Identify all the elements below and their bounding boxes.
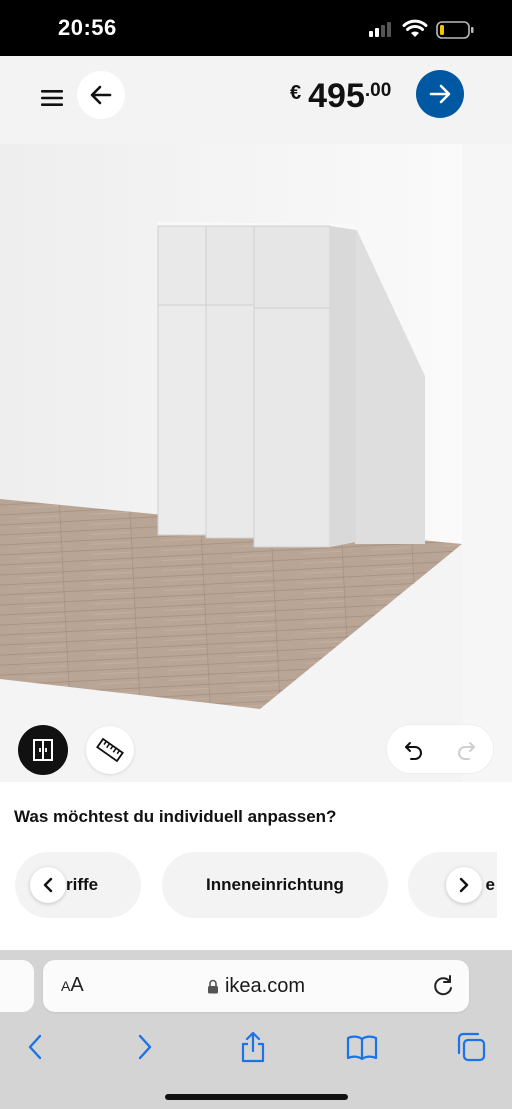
reload-icon	[434, 975, 452, 996]
signal-icon	[369, 22, 391, 37]
undo-button[interactable]	[393, 729, 435, 771]
next-button[interactable]	[416, 70, 464, 118]
tabs-icon	[457, 1032, 486, 1062]
chevron-right-icon	[459, 877, 469, 893]
bookmarks-button[interactable]	[345, 1030, 379, 1064]
bookmarks-icon	[346, 1035, 378, 1060]
wardrobe-model	[157, 222, 358, 548]
status-time: 20:56	[58, 15, 117, 40]
reload-button[interactable]	[429, 972, 457, 1000]
room-render	[0, 144, 512, 782]
layout-tool-button[interactable]	[18, 725, 68, 775]
price-currency: €	[290, 82, 302, 104]
tabs-button[interactable]	[454, 1030, 488, 1064]
customize-panel: Was möchtest du individuell anpassen? ri…	[0, 782, 512, 950]
hamburger-menu-icon	[41, 90, 63, 106]
url-text: ikea.com	[224, 974, 306, 997]
browser-back-button[interactable]	[18, 1030, 52, 1064]
measure-tool-button[interactable]	[86, 726, 134, 774]
status-bar: 20:56	[0, 0, 512, 56]
undo-icon	[405, 742, 422, 760]
redo-button[interactable]	[445, 729, 487, 771]
browser-forward-button[interactable]	[128, 1030, 162, 1064]
arrow-left-icon	[90, 85, 112, 105]
undo-redo-group	[386, 724, 494, 774]
customize-heading: Was möchtest du individuell anpassen?	[14, 807, 337, 826]
battery-icon	[436, 21, 474, 39]
redo-icon	[458, 742, 475, 760]
url-display[interactable]: ikea.com	[43, 960, 469, 1012]
browser-chrome: AA ikea.com	[0, 950, 512, 1109]
back-icon	[28, 1034, 42, 1060]
total-price: € 495 .00	[290, 78, 391, 114]
ruler-icon	[96, 737, 124, 763]
wifi-icon	[402, 19, 428, 37]
price-cents: .00	[364, 80, 392, 101]
chevron-left-icon	[43, 877, 53, 893]
previous-tab-peek[interactable]	[0, 960, 34, 1012]
option-chip-inneneinrichtung[interactable]: Inneneinrichtung	[162, 852, 388, 918]
menu-button[interactable]	[30, 76, 74, 120]
address-bar[interactable]: AA ikea.com	[43, 960, 469, 1012]
3d-room-view[interactable]	[0, 144, 512, 782]
price-amount: 495	[308, 77, 365, 115]
back-button[interactable]	[77, 71, 125, 119]
arrow-right-icon	[429, 84, 451, 104]
share-icon	[241, 1031, 265, 1063]
scroll-left-button[interactable]	[30, 867, 66, 903]
browser-toolbar	[0, 1022, 512, 1072]
forward-icon	[138, 1034, 152, 1060]
share-button[interactable]	[236, 1030, 270, 1064]
wardrobe-layout-icon	[33, 739, 53, 761]
scroll-right-button[interactable]	[446, 867, 482, 903]
lock-icon	[207, 979, 218, 993]
app-header: € 495 .00	[0, 56, 512, 144]
home-indicator	[165, 1094, 348, 1100]
